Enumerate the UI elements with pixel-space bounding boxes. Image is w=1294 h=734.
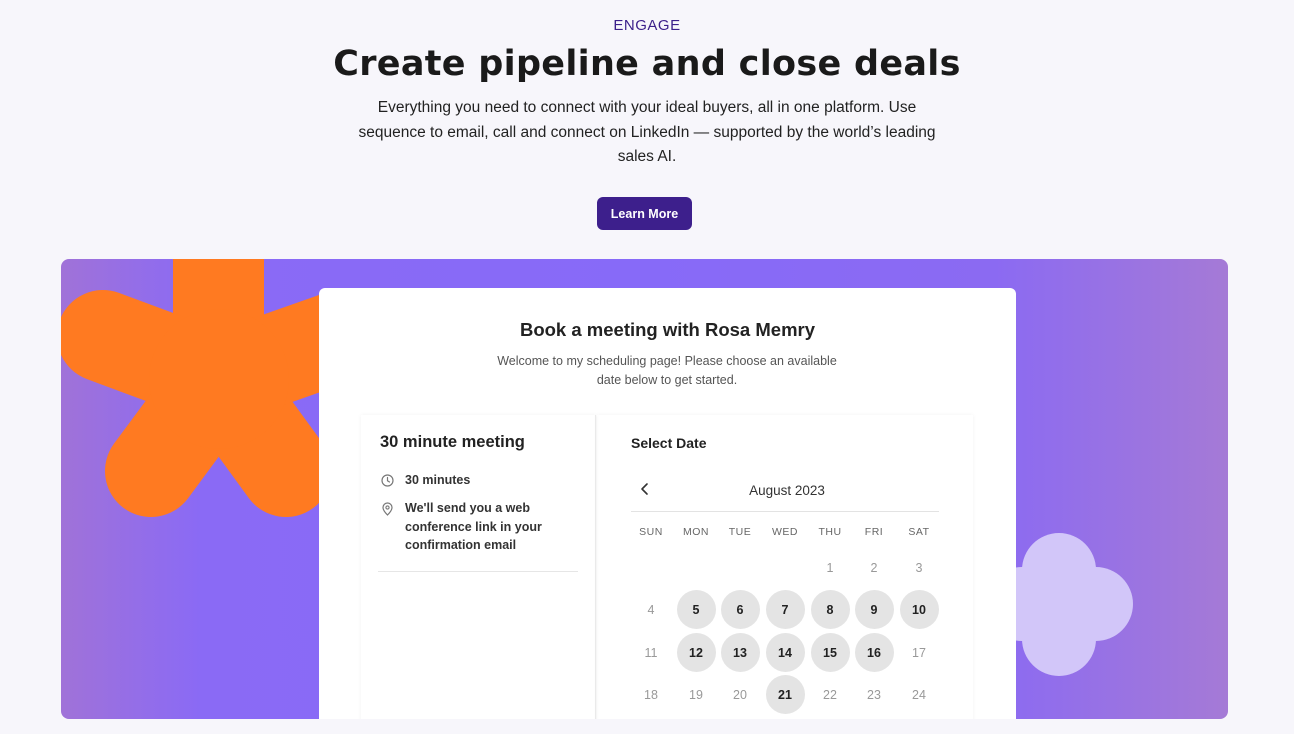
calendar-day: 23 xyxy=(867,687,881,702)
calendar-day-available[interactable]: 7 xyxy=(765,590,805,629)
chevron-left-icon[interactable] xyxy=(637,481,653,497)
calendar-day-available[interactable]: 10 xyxy=(899,590,939,629)
date-picker-panel: Select Date August 2023 SUN MON TUE WED THU F… xyxy=(597,415,973,719)
meeting-title: 30 minute meeting xyxy=(380,433,525,451)
weekday-label: TUE xyxy=(728,526,752,538)
hero-illustration: Book a meeting with Rosa Memry Welcome t… xyxy=(61,259,1228,719)
weekday-label: SAT xyxy=(908,526,930,538)
meeting-location-note: We'll send you a web conference link in … xyxy=(405,501,542,552)
calendar-day-available[interactable]: 21 xyxy=(765,675,805,714)
calendar-day: 22 xyxy=(823,687,837,702)
weekday-label: WED xyxy=(772,526,798,538)
booking-subtitle: Welcome to my scheduling page! Please ch… xyxy=(497,354,837,387)
weekday-label: FRI xyxy=(864,526,884,538)
orange-star-shape xyxy=(61,259,361,517)
calendar-month-label: August 2023 xyxy=(749,483,825,498)
calendar-day-available[interactable]: 6 xyxy=(720,590,760,629)
section-eyebrow: ENGAGE xyxy=(613,17,681,34)
clock-icon xyxy=(381,474,394,487)
weekday-label: MON xyxy=(683,526,709,538)
calendar-day: 4 xyxy=(647,602,655,617)
divider xyxy=(378,571,578,572)
location-pin-icon xyxy=(382,502,393,516)
meeting-duration: 30 minutes xyxy=(405,473,471,487)
calendar-day: 18 xyxy=(644,687,658,702)
divider xyxy=(631,511,939,512)
calendar-day: 2 xyxy=(870,560,878,575)
calendar-day-available[interactable]: 15 xyxy=(810,633,850,672)
calendar-day-available[interactable]: 5 xyxy=(676,590,716,629)
calendar-day-available[interactable]: 9 xyxy=(854,590,894,629)
calendar-day-available[interactable]: 12 xyxy=(676,633,716,672)
calendar-day-available[interactable]: 16 xyxy=(854,633,894,672)
weekday-label: SUN xyxy=(639,526,663,538)
booking-card: Book a meeting with Rosa Memry Welcome t… xyxy=(319,288,1016,719)
calendar-day-available[interactable]: 13 xyxy=(720,633,760,672)
calendar-day: 11 xyxy=(644,645,658,660)
select-date-heading: Select Date xyxy=(631,435,707,451)
calendar-day: 17 xyxy=(912,645,926,660)
section-title: Create pipeline and close deals xyxy=(333,44,961,84)
meeting-details-panel: 30 minute meeting 30 minutes We'll send … xyxy=(361,415,596,719)
calendar-day: 1 xyxy=(826,560,834,575)
section-subtitle: Everything you need to connect with your… xyxy=(358,99,936,165)
calendar-day: 24 xyxy=(912,687,926,702)
calendar-day: 19 xyxy=(689,687,703,702)
weekday-label: THU xyxy=(818,526,842,538)
booking-title: Book a meeting with Rosa Memry xyxy=(519,319,816,340)
calendar-day: 20 xyxy=(733,687,747,702)
calendar-day: 3 xyxy=(915,560,923,575)
learn-more-button[interactable]: Learn More xyxy=(597,197,692,230)
calendar-day-available[interactable]: 8 xyxy=(810,590,850,629)
calendar-day-available[interactable]: 14 xyxy=(765,633,805,672)
